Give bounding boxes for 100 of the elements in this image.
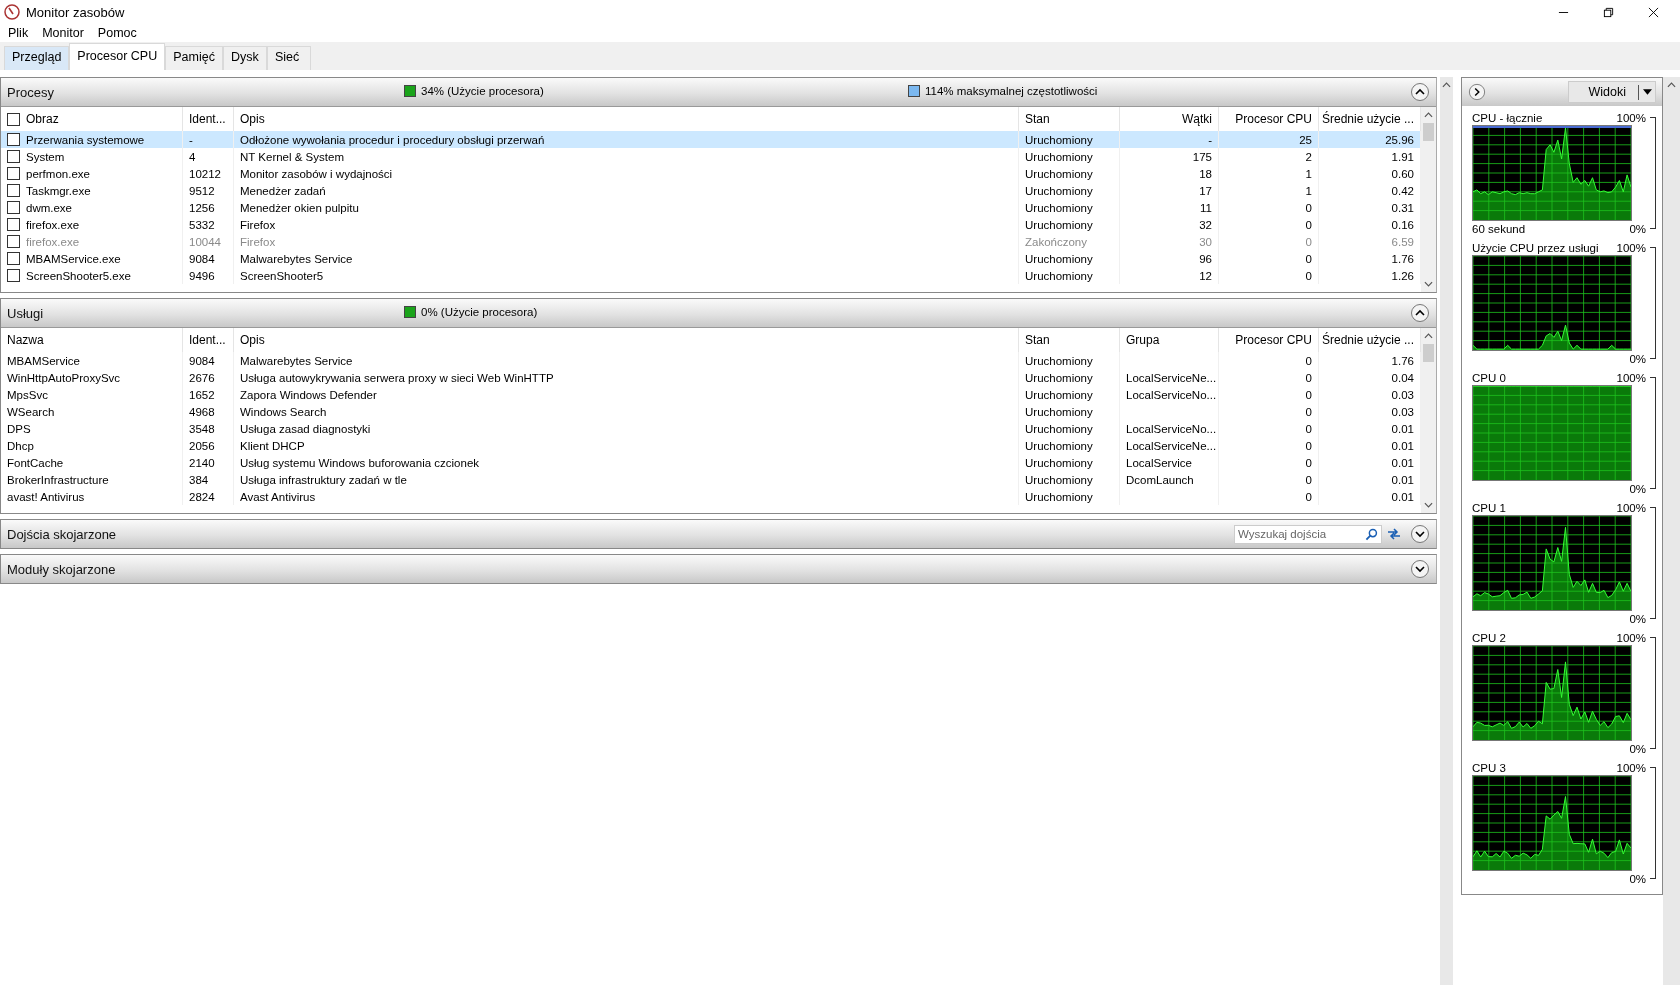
search-field[interactable]: Wyszukaj dojścia: [1234, 524, 1382, 544]
views-button[interactable]: Widoki: [1568, 81, 1656, 103]
chevron-up-icon[interactable]: [1424, 333, 1433, 339]
scroll-thumb[interactable]: [1423, 344, 1434, 362]
table-cell: 96: [1199, 252, 1212, 265]
column-header[interactable]: Obraz: [26, 112, 59, 126]
section-header[interactable]: Usługi 0% (Użycie procesora): [1, 299, 1436, 327]
chevron-up-icon[interactable]: [1424, 112, 1433, 118]
menu-item[interactable]: Pomoc: [97, 26, 137, 40]
scroll-thumb[interactable]: [1423, 123, 1434, 141]
expand-icon[interactable]: [1410, 559, 1430, 579]
menu-item[interactable]: Plik: [8, 26, 29, 40]
caret-icon[interactable]: [1643, 89, 1652, 95]
table-cell: Uruchomiony: [1025, 405, 1093, 418]
column-header[interactable]: Opis: [240, 112, 265, 126]
checkbox[interactable]: [7, 184, 20, 197]
chevron-up-icon[interactable]: [1667, 82, 1676, 88]
scrollbar[interactable]: [1663, 77, 1680, 985]
table-row[interactable]: MBAMService.exe 9084 Malwarebytes Service Uruchomiony 96 0 1.76: [1, 250, 1421, 267]
restore-icon[interactable]: [1603, 6, 1614, 18]
table-cell: 175: [1192, 150, 1212, 163]
column-header[interactable]: Opis: [240, 333, 265, 347]
table-cell: WinHttpAutoProxySvc: [7, 371, 121, 384]
section-title: Usługi: [7, 305, 44, 321]
table-cell: Dhcp: [7, 439, 34, 452]
table-cell: ScreenShooter5.exe: [26, 269, 131, 282]
table-cell: 0.01: [1391, 456, 1414, 469]
scrollbar[interactable]: [1421, 107, 1436, 292]
menu-item[interactable]: Monitor: [42, 26, 84, 40]
section-header[interactable]: Procesy 34% (Użycie procesora) 114% maksymalnej częstotliwości: [1, 78, 1436, 106]
table-cell: Uruchomiony: [1025, 133, 1093, 146]
checkbox[interactable]: [7, 269, 20, 282]
table-row[interactable]: firefox.exe 5332 Firefox Uruchomiony 32 0 0.16: [1, 216, 1421, 233]
column-header[interactable]: Procesor CPU: [1235, 333, 1312, 347]
checkbox[interactable]: [7, 201, 20, 214]
scrollbar[interactable]: [1440, 77, 1453, 985]
table-cell: avast! Antivirus: [7, 490, 85, 503]
table-cell: 0: [1305, 456, 1312, 469]
checkbox[interactable]: [7, 235, 20, 248]
table-row[interactable]: Przerwania systemowe - Odłożone wywołania procedur i procedury obsługi przerwań Uruchomiony - 25 25.96: [1, 131, 1421, 148]
graph-max-label: 100%: [1616, 241, 1646, 254]
graph-max-label: 100%: [1616, 631, 1646, 644]
search-icon[interactable]: [1365, 527, 1378, 541]
table-cell: Uruchomiony: [1025, 167, 1093, 180]
column-header[interactable]: Ident...: [189, 112, 226, 126]
checkbox[interactable]: [7, 252, 20, 265]
table-row[interactable]: Taskmgr.exe 9512 Menedżer zadań Uruchomiony 17 1 0.42: [1, 182, 1421, 199]
section-title: Moduły skojarzone: [7, 561, 116, 577]
column-header[interactable]: Średnie użycie ...: [1321, 112, 1414, 126]
table-cell: -: [189, 133, 193, 146]
tab[interactable]: Procesor CPU: [69, 43, 166, 70]
table-row[interactable]: System 4 NT Kernel & System Uruchomiony 175 2 1.91: [1, 148, 1421, 165]
section-header[interactable]: Dojścia skojarzone Wyszukaj dojścia: [1, 520, 1436, 548]
table-row[interactable]: dwm.exe 1256 Menedżer okien pulpitu Uruchomiony 11 0 0.31: [1, 199, 1421, 216]
graph-min-label: 0%: [1629, 482, 1646, 495]
table-cell: 0: [1305, 201, 1312, 214]
table-cell: Avast Antivirus: [240, 490, 316, 503]
table-cell: 1: [1305, 184, 1312, 197]
table-cell: Uruchomiony: [1025, 371, 1093, 384]
tab[interactable]: Przegląd: [4, 46, 70, 70]
table-cell: Monitor zasobów i wydajności: [240, 167, 393, 180]
expand-icon[interactable]: [1468, 83, 1486, 101]
collapse-icon[interactable]: [1410, 303, 1430, 323]
collapse-icon[interactable]: [1410, 82, 1430, 102]
table-row[interactable]: perfmon.exe 10212 Monitor zasobów i wydajności Uruchomiony 18 1 0.60: [1, 165, 1421, 182]
tab[interactable]: Sieć: [266, 46, 311, 70]
table-row[interactable]: firefox.exe 10044 Firefox Zakończony 30 0 6.59: [1, 233, 1421, 250]
checkbox[interactable]: [7, 218, 20, 231]
column-header[interactable]: Stan: [1025, 112, 1050, 126]
table-cell: Windows Search: [240, 405, 327, 418]
column-header[interactable]: Procesor CPU: [1235, 112, 1312, 126]
scrollbar[interactable]: [1421, 328, 1436, 513]
chevron-down-icon[interactable]: [1424, 281, 1433, 287]
chevron-down-icon[interactable]: [1424, 502, 1433, 508]
graph-min-label: 0%: [1629, 222, 1646, 235]
section-header[interactable]: Moduły skojarzone: [1, 555, 1436, 583]
column-header[interactable]: Nazwa: [7, 333, 44, 347]
checkbox[interactable]: [7, 133, 20, 146]
tab[interactable]: Dysk: [222, 46, 267, 70]
checkbox[interactable]: [7, 150, 20, 163]
column-header[interactable]: Grupa: [1126, 333, 1160, 347]
table-cell: Firefox: [240, 218, 276, 231]
column-header[interactable]: Średnie użycie ...: [1321, 333, 1414, 347]
table-cell: 0.01: [1391, 473, 1414, 486]
chevron-up-icon[interactable]: [1442, 82, 1451, 88]
checkbox[interactable]: [7, 167, 20, 180]
checkbox[interactable]: [7, 112, 20, 126]
column-header[interactable]: Wątki: [1182, 112, 1212, 126]
expand-icon[interactable]: [1410, 524, 1430, 544]
column-header[interactable]: Ident...: [189, 333, 226, 347]
refresh-icon[interactable]: [1386, 527, 1402, 541]
graph-max-label: 100%: [1616, 761, 1646, 774]
table-row[interactable]: ScreenShooter5.exe 9496 ScreenShooter5 Uruchomiony 12 0 1.26: [1, 267, 1421, 284]
column-header[interactable]: Stan: [1025, 333, 1050, 347]
tab[interactable]: Pamięć: [165, 46, 223, 70]
table-cell: 9512: [189, 184, 215, 197]
legend-swatch: [908, 85, 920, 97]
table-cell: Uruchomiony: [1025, 490, 1093, 503]
close-icon[interactable]: [1648, 6, 1659, 18]
table-cell: 0.42: [1391, 184, 1414, 197]
